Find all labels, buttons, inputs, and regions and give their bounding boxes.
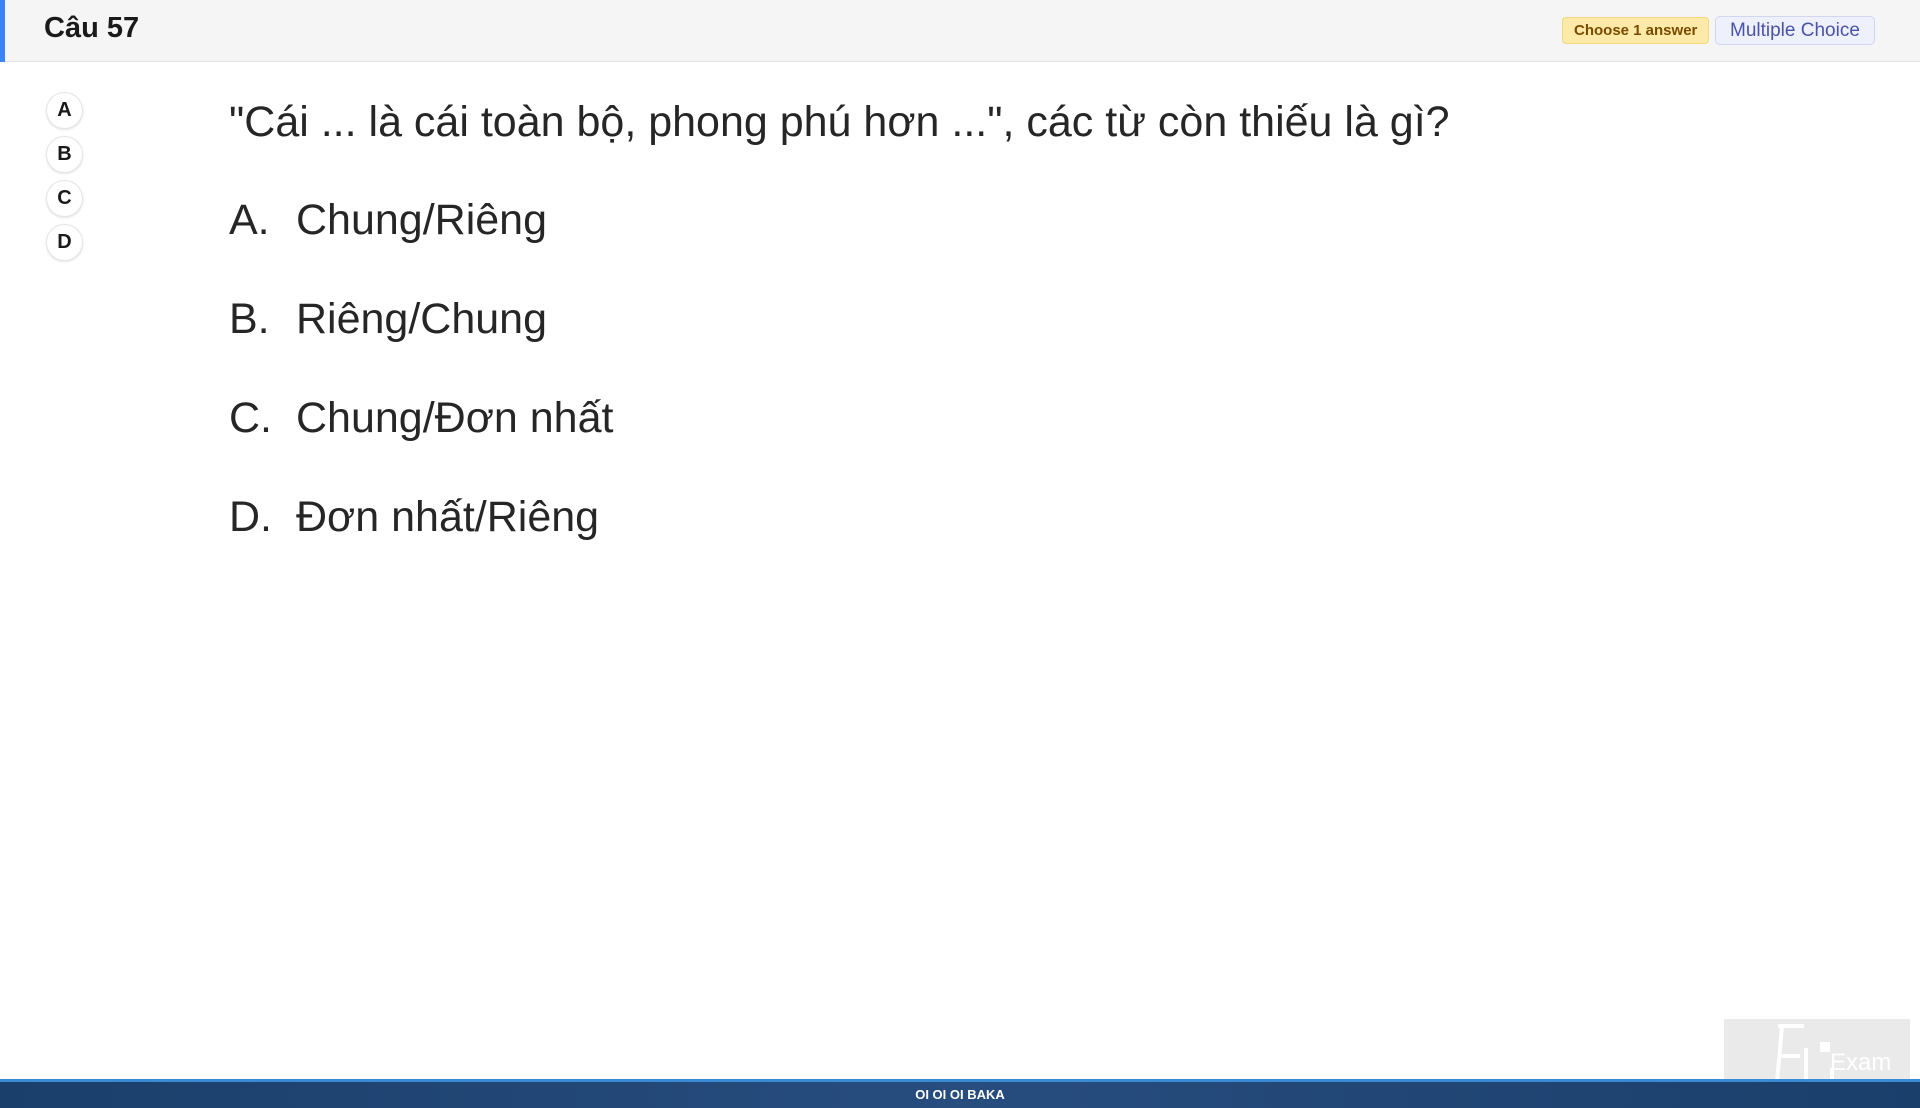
answer-option-b[interactable]: B xyxy=(46,136,83,173)
footer-text: OI OI OI BAKA xyxy=(915,1087,1005,1102)
choice-c: C. Chung/Đơn nhất xyxy=(229,388,1629,487)
header-accent-bar xyxy=(0,0,5,62)
choice-b: B. Riêng/Chung xyxy=(229,289,1629,388)
choice-text: Đơn nhất/Riêng xyxy=(296,493,600,541)
choice-text: Chung/Riêng xyxy=(296,196,548,244)
question-header: Câu 57 Choose 1 answer Multiple Choice xyxy=(0,0,1920,62)
instruction-badge: Choose 1 answer xyxy=(1562,17,1710,44)
choice-text: Chung/Đơn nhất xyxy=(296,394,614,442)
choice-letter: A. xyxy=(229,196,270,244)
exam-page: Câu 57 Choose 1 answer Multiple Choice A… xyxy=(0,0,1920,1108)
choice-letter: D. xyxy=(229,493,272,541)
answer-option-a[interactable]: A xyxy=(46,92,83,129)
question-content: "Cái ... là cái toàn bộ, phong phú hơn .… xyxy=(229,92,1629,586)
logo-text: Exam xyxy=(1830,1049,1891,1076)
choice-d: D. Đơn nhất/Riêng xyxy=(229,487,1629,586)
choice-letter: B. xyxy=(229,295,270,343)
answer-option-d[interactable]: D xyxy=(46,224,83,261)
question-text: "Cái ... là cái toàn bộ, phong phú hơn .… xyxy=(229,98,1450,146)
answer-option-c[interactable]: C xyxy=(46,180,83,217)
answer-selector: A B C D xyxy=(46,92,86,268)
question-type-badge: Multiple Choice xyxy=(1715,16,1875,45)
question-number: Câu 57 xyxy=(44,12,140,44)
choice-a: A. Chung/Riêng xyxy=(229,190,1629,289)
footer-bar: OI OI OI BAKA xyxy=(0,1079,1920,1108)
choice-list: A. Chung/Riêng B. Riêng/Chung C. Chung/Đơn … xyxy=(229,190,1629,586)
choice-letter: C. xyxy=(229,394,272,442)
choice-text: Riêng/Chung xyxy=(296,295,548,343)
